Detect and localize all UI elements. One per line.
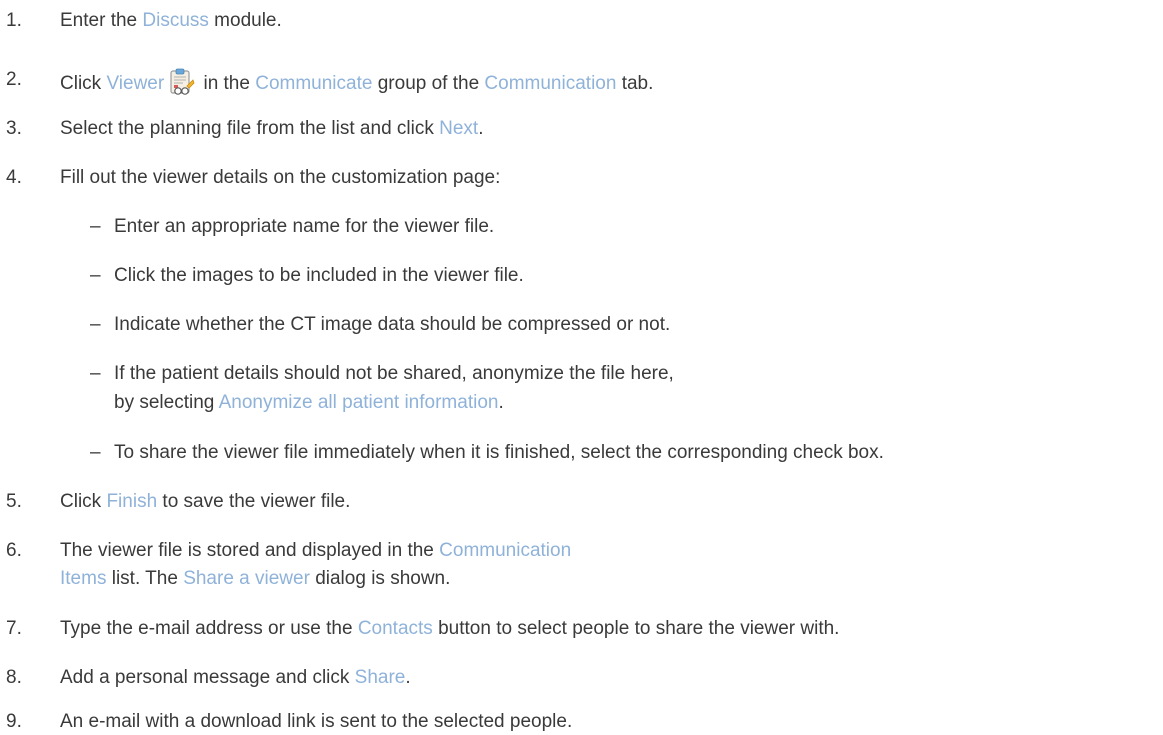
substep-text: Indicate whether the CT image data shoul… [114, 314, 671, 335]
ui-term-communication: Communication [484, 73, 617, 94]
substep-text: Click the images to be included in the v… [114, 265, 524, 286]
step-text: Click Viewer in the Communicate group of… [60, 68, 653, 96]
dash-bullet: – [90, 363, 101, 384]
ui-term-share: Share [354, 667, 406, 688]
viewer-clipboard-icon [166, 68, 196, 96]
ui-term-finish: Finish [106, 491, 158, 512]
step-text: An e-mail with a download link is sent t… [60, 711, 573, 732]
dash-bullet: – [90, 442, 101, 463]
ui-term-next: Next [439, 118, 479, 139]
step-text: Type the e-mail address or use the Conta… [60, 618, 840, 639]
substep-text: To share the viewer file immediately whe… [114, 442, 884, 463]
step-text: The viewer file is stored and displayed … [60, 540, 572, 561]
dash-bullet: – [90, 314, 101, 335]
dash-bullet: – [90, 216, 101, 237]
step-text: Fill out the viewer details on the custo… [60, 167, 501, 188]
step-text: Click Finish to save the viewer file. [60, 491, 351, 512]
step-text: Add a personal message and click Share. [60, 667, 411, 688]
substep: – To share the viewer file immediately wh… [90, 441, 884, 465]
instruction-document: 1. Enter the Discuss module. 2. Click Vi… [6, 10, 884, 732]
substep: – If the patient details should not be sh… [90, 362, 674, 386]
substep: – Indicate whether the CT image data shou… [90, 313, 670, 337]
step-number: 9. [6, 711, 22, 732]
step-number: 4. [6, 167, 22, 188]
substep-continuation: by selecting Anonymize all patient infor… [114, 392, 504, 413]
ui-term-share-a-viewer: Share a viewer [183, 568, 310, 589]
step-number: 6. [6, 540, 22, 561]
step-number: 2. [6, 69, 22, 90]
substep: – Click the images to be included in the … [90, 264, 524, 288]
ui-term-contacts: Contacts [357, 618, 433, 639]
step-number: 5. [6, 491, 22, 512]
step-number: 7. [6, 618, 22, 639]
ui-term-anonymize: Anonymize all patient information [218, 392, 499, 413]
ui-term-communication-items: Communication [439, 540, 572, 561]
step-number: 8. [6, 667, 22, 688]
dash-bullet: – [90, 265, 101, 286]
ui-term-viewer: Viewer [106, 73, 165, 94]
substep-text: If the patient details should not be sha… [114, 363, 674, 384]
substep: – Enter an appropriate name for the viewe… [90, 215, 494, 239]
step-text: Select the planning file from the list a… [60, 118, 484, 139]
step-number: 3. [6, 118, 22, 139]
ui-term-communicate: Communicate [255, 73, 373, 94]
ui-term-discuss: Discuss [142, 10, 209, 31]
step-number: 1. [6, 10, 22, 31]
step-text: Enter the Discuss module. [60, 10, 282, 31]
substep-text: Enter an appropriate name for the viewer… [114, 216, 495, 237]
